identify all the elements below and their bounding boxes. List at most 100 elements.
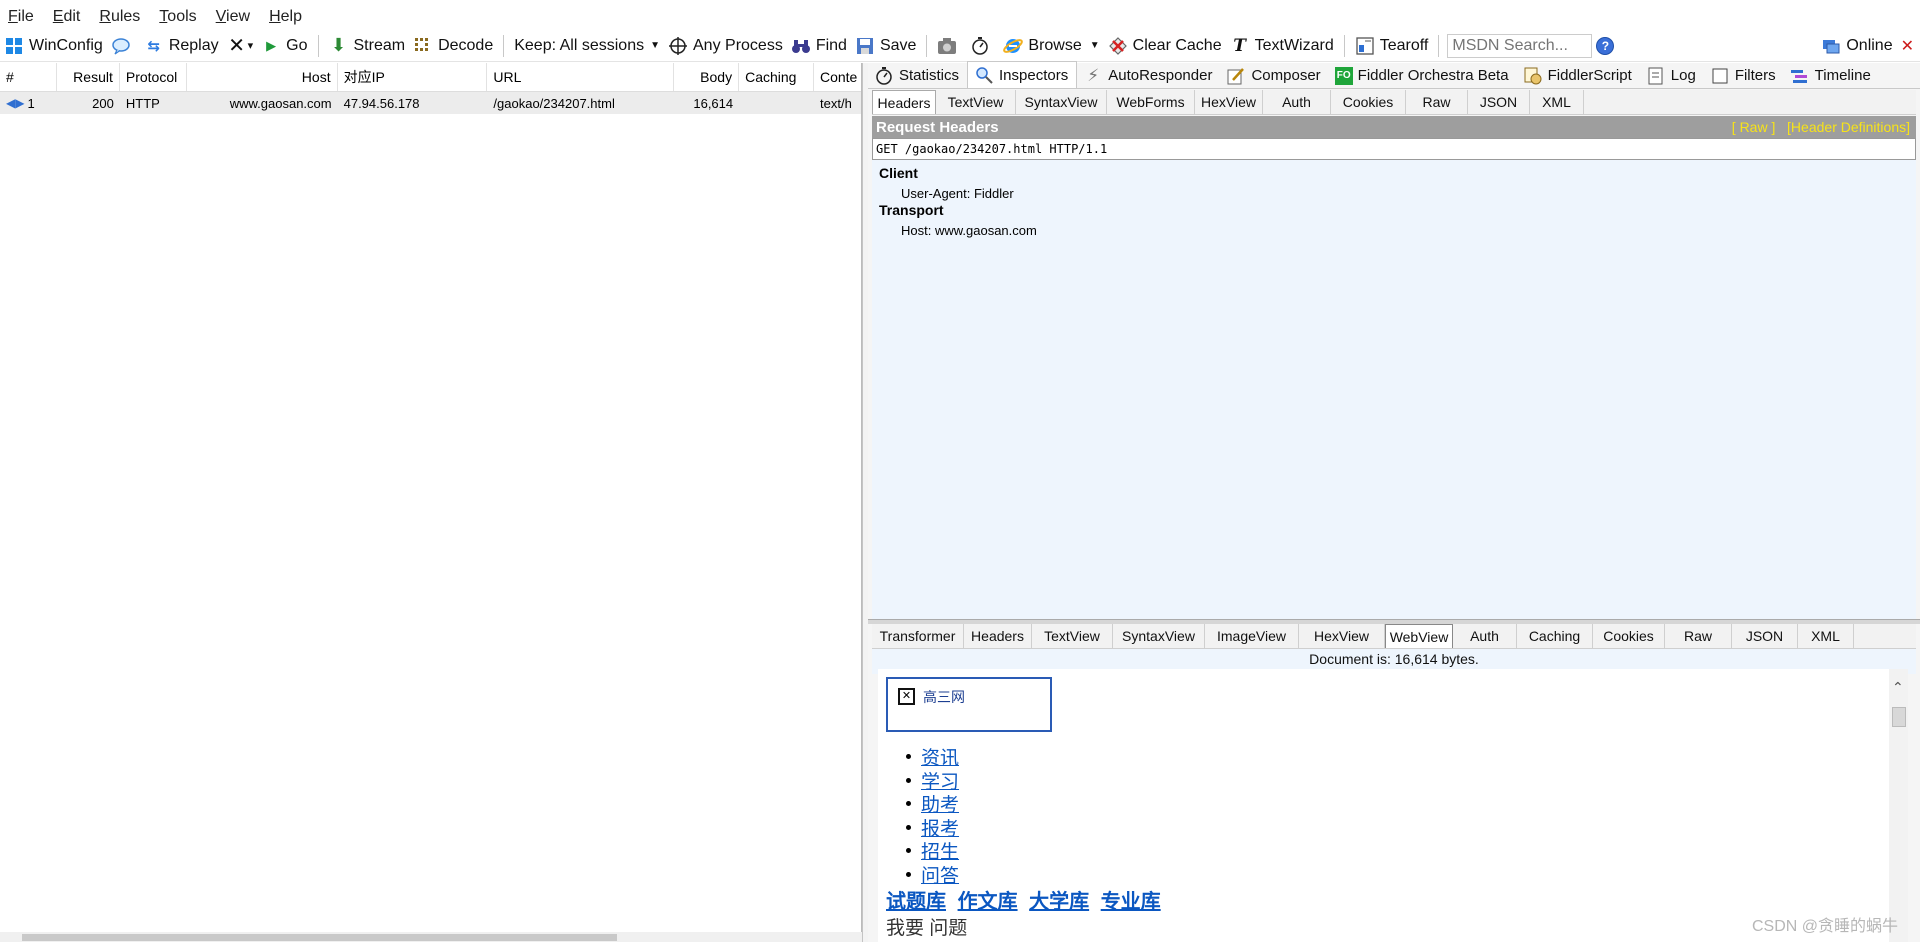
scroll-up-icon[interactable]: ⌃ [1892, 679, 1904, 696]
chevron-down-icon: ▼ [650, 40, 660, 51]
composer-pencil-icon [1226, 66, 1246, 86]
menu-tools[interactable]: Tools [159, 8, 196, 26]
browse-button[interactable]: Browse ▼ [999, 32, 1103, 60]
tab-fiddler-orchestra[interactable]: FO Fiddler Orchestra Beta [1329, 63, 1517, 88]
header-links: [ Raw ] [Header Definitions] [1732, 119, 1910, 135]
online-label: Online [1846, 36, 1893, 54]
decode-button[interactable]: Decode [409, 32, 497, 60]
textwizard-button[interactable]: T TextWizard [1226, 32, 1338, 60]
tab-filters[interactable]: Filters [1704, 63, 1784, 88]
msdn-search-input[interactable] [1447, 33, 1593, 58]
response-tab-raw[interactable]: Raw [1665, 624, 1732, 648]
request-tab-json[interactable]: JSON [1468, 90, 1530, 114]
request-tab-textview[interactable]: TextView [936, 90, 1016, 114]
response-tab-auth[interactable]: Auth [1453, 624, 1517, 648]
request-line[interactable]: GET /gaokao/234207.html HTTP/1.1 [872, 138, 1916, 160]
request-tab-raw[interactable]: Raw [1406, 90, 1468, 114]
menu-edit[interactable]: Edit [53, 8, 81, 26]
library-link[interactable]: 试题库 [886, 891, 946, 913]
help-button[interactable]: ? [1592, 32, 1618, 60]
request-tab-cookies[interactable]: Cookies [1331, 90, 1406, 114]
raw-link[interactable]: [ Raw ] [1732, 119, 1776, 135]
tearoff-button[interactable]: Tearoff [1351, 32, 1433, 60]
horizontal-scrollbar[interactable] [0, 932, 862, 942]
keep-sessions-dropdown[interactable]: Keep: All sessions ▼ [510, 32, 664, 60]
response-tab-textview[interactable]: TextView [1032, 624, 1113, 648]
close-toolbar-button[interactable]: ✕ [1897, 32, 1920, 60]
timer-button[interactable] [966, 32, 999, 60]
logo-image-placeholder[interactable]: ✕ 高三网 [886, 677, 1052, 732]
column-header-content-type[interactable]: Conte [814, 63, 861, 91]
winconfig-button[interactable]: WinConfig [0, 32, 107, 60]
response-tab-headers[interactable]: Headers [964, 624, 1032, 648]
request-tab-hexview[interactable]: HexView [1195, 90, 1263, 114]
request-tab-syntaxview[interactable]: SyntaxView [1016, 90, 1107, 114]
header-group-client[interactable]: Client [872, 163, 1916, 183]
response-tab-transformer[interactable]: Transformer [872, 624, 964, 648]
header-definitions-link[interactable]: [Header Definitions] [1787, 119, 1910, 135]
tab-inspectors[interactable]: Inspectors [967, 61, 1078, 88]
tab-composer[interactable]: Composer [1220, 63, 1328, 88]
save-button[interactable]: Save [851, 32, 920, 60]
menu-view[interactable]: View [216, 8, 250, 26]
column-header-url[interactable]: URL [487, 63, 675, 91]
menu-file[interactable]: File [8, 8, 34, 26]
response-tab-imageview[interactable]: ImageView [1205, 624, 1299, 648]
replay-button[interactable]: ⇆ Replay [140, 32, 223, 60]
column-header-caching[interactable]: Caching [739, 63, 814, 91]
stream-button[interactable]: ⬇ Stream [325, 32, 410, 60]
menu-rules[interactable]: Rules [99, 8, 140, 26]
screenshot-button[interactable] [933, 32, 966, 60]
tab-fiddlerscript-label: FiddlerScript [1547, 67, 1632, 84]
go-button[interactable]: ▶ Go [257, 32, 311, 60]
response-tab-webview[interactable]: WebView [1385, 624, 1453, 648]
main-tab-strip: Statistics Inspectors ⚡ AutoResponder Co… [868, 61, 1920, 89]
column-header-host[interactable]: Host [187, 63, 338, 91]
windows-icon [4, 36, 24, 56]
toolbar-separator [926, 34, 928, 57]
request-tab-auth[interactable]: Auth [1263, 90, 1331, 114]
response-tab-hexview[interactable]: HexView [1299, 624, 1385, 648]
response-tab-json[interactable]: JSON [1732, 624, 1798, 648]
tab-log[interactable]: Log [1640, 63, 1704, 88]
column-header-ip[interactable]: 对应IP [338, 63, 488, 91]
comment-button[interactable] [107, 32, 140, 60]
menu-help[interactable]: Help [269, 8, 302, 26]
table-row[interactable]: ◀▶ 1 200 HTTP www.gaosan.com 47.94.56.17… [0, 92, 861, 114]
scrollbar-thumb[interactable] [22, 934, 617, 941]
tab-autoresponder[interactable]: ⚡ AutoResponder [1077, 63, 1220, 88]
clear-cache-button[interactable]: Clear Cache [1104, 32, 1226, 60]
request-tab-webforms[interactable]: WebForms [1107, 90, 1195, 114]
tab-log-label: Log [1670, 67, 1696, 84]
response-tab-cookies[interactable]: Cookies [1593, 624, 1665, 648]
bullet-dot [906, 871, 911, 877]
nav-link[interactable]: 问答 [921, 861, 959, 888]
header-item[interactable]: Host: www.gaosan.com [872, 220, 1916, 240]
any-process-button[interactable]: Any Process [664, 32, 787, 60]
column-header-number[interactable]: # [0, 63, 57, 91]
scrollbar-thumb[interactable] [1892, 707, 1906, 727]
vertical-scrollbar[interactable]: ⌃ [1889, 669, 1908, 942]
library-link[interactable]: 作文库 [958, 891, 1018, 913]
find-button[interactable]: Find [787, 32, 851, 60]
caching-cell [739, 92, 814, 114]
response-tab-syntaxview[interactable]: SyntaxView [1113, 624, 1205, 648]
response-tab-caching[interactable]: Caching [1517, 624, 1593, 648]
browse-label: Browse [1028, 36, 1082, 54]
library-link[interactable]: 专业库 [1101, 891, 1161, 913]
remove-sessions-button[interactable]: ✕ ▾ [223, 32, 258, 60]
request-tab-xml[interactable]: XML [1530, 90, 1584, 114]
header-group-transport[interactable]: Transport [872, 200, 1916, 220]
library-link[interactable]: 大学库 [1029, 891, 1089, 913]
column-header-result[interactable]: Result [57, 63, 120, 91]
tearoff-icon [1355, 36, 1375, 56]
online-button[interactable]: Online [1817, 32, 1896, 60]
tab-timeline[interactable]: Timeline [1784, 63, 1879, 88]
tab-fiddler-orchestra-label: Fiddler Orchestra Beta [1357, 67, 1509, 84]
response-tab-xml[interactable]: XML [1798, 624, 1854, 648]
column-header-protocol[interactable]: Protocol [120, 63, 187, 91]
column-header-body[interactable]: Body [674, 63, 740, 91]
tab-fiddlerscript[interactable]: FiddlerScript [1517, 63, 1640, 88]
request-tab-headers[interactable]: Headers [872, 90, 936, 114]
tab-statistics[interactable]: Statistics [868, 63, 967, 88]
